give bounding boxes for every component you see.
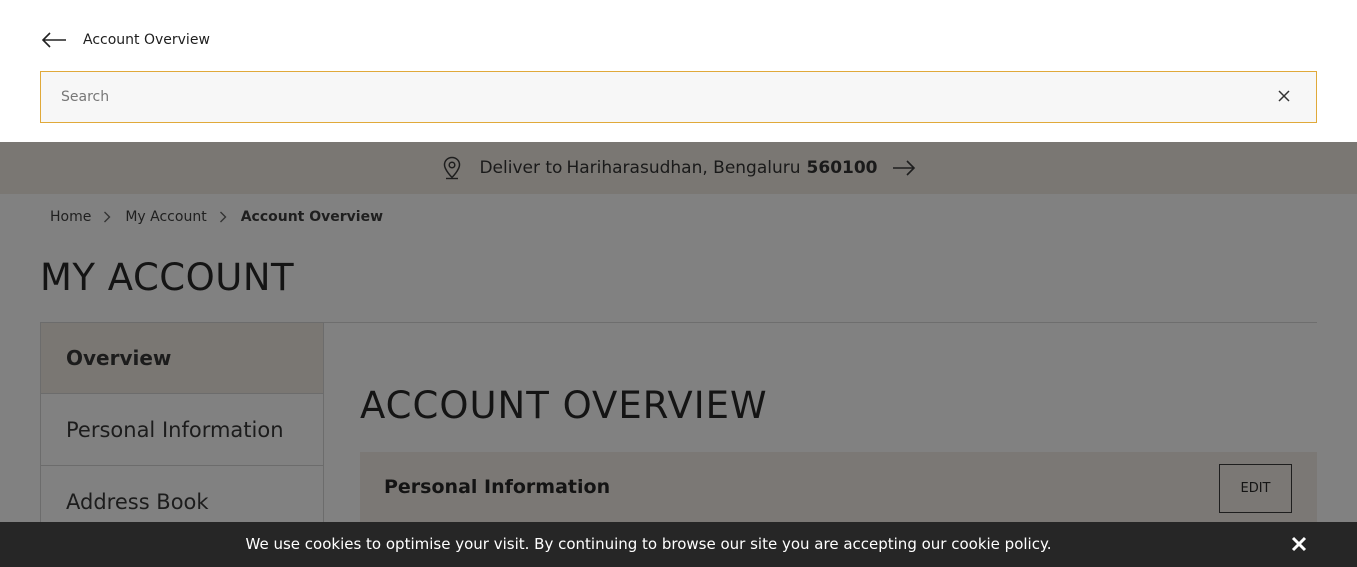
account-sidebar: Overview Personal Information Address Bo… <box>40 322 324 538</box>
header-row: Account Overview <box>40 26 210 54</box>
breadcrumb-home[interactable]: Home <box>50 209 91 225</box>
chevron-right-icon <box>103 211 113 223</box>
breadcrumb-current: Account Overview <box>240 209 384 225</box>
delivery-address: Hariharasudhan, Bengaluru <box>566 158 801 178</box>
close-icon[interactable] <box>1290 535 1308 553</box>
search-panel: Account Overview <box>0 0 1357 142</box>
breadcrumb-my-account[interactable]: My Account <box>125 209 206 225</box>
cookie-message: We use cookies to optimise your visit. B… <box>245 535 1052 553</box>
section-title: ACCOUNT OVERVIEW <box>360 384 768 427</box>
location-pin-icon <box>441 156 463 180</box>
cookie-banner: We use cookies to optimise your visit. B… <box>0 522 1357 567</box>
delivery-bar[interactable]: Deliver to Hariharasudhan, Bengaluru 560… <box>0 142 1357 194</box>
card-title: Personal Information <box>384 476 611 498</box>
delivery-info: Deliver to Hariharasudhan, Bengaluru 560… <box>441 156 915 180</box>
header-title: Account Overview <box>83 32 210 48</box>
chevron-right-icon <box>219 211 229 223</box>
delivery-pincode: 560100 <box>806 158 878 178</box>
sidebar-item-overview[interactable]: Overview <box>40 322 324 394</box>
search-input[interactable] <box>61 72 1241 122</box>
personal-information-card: Personal Information EDIT <box>360 452 1317 532</box>
arrow-right-icon[interactable] <box>892 160 916 176</box>
breadcrumb: Home My Account Account Overview <box>50 209 383 225</box>
edit-button[interactable]: EDIT <box>1219 464 1292 513</box>
search-box[interactable] <box>40 71 1317 123</box>
delivery-prefix: Deliver to <box>479 158 563 178</box>
close-icon[interactable] <box>1274 86 1294 106</box>
page-title: MY ACCOUNT <box>40 256 295 299</box>
account-page: Deliver to Hariharasudhan, Bengaluru 560… <box>0 142 1357 567</box>
arrow-left-icon[interactable] <box>40 26 68 54</box>
sidebar-item-personal-information[interactable]: Personal Information <box>40 394 324 466</box>
